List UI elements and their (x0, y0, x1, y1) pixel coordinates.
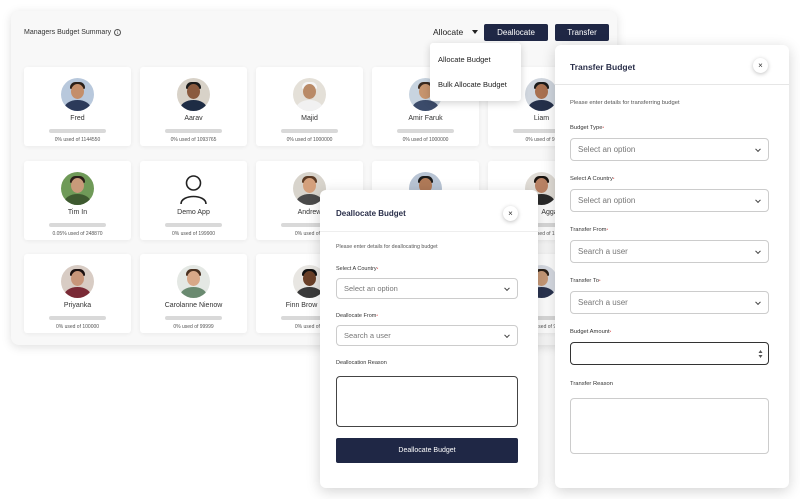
deallocation-reason-textarea[interactable] (336, 376, 518, 427)
dialog-title: Deallocate Budget (336, 209, 406, 218)
budget-used-text: 0.05% used of 248870 (52, 231, 103, 237)
budget-progress-bar (397, 129, 454, 133)
country-select[interactable]: Select an option (336, 278, 518, 299)
country-label: Select A Country* (570, 176, 615, 182)
manager-name: Tim In (67, 209, 88, 216)
dialog-subtitle: Please enter details for transferring bu… (570, 100, 680, 106)
chevron-down-icon (504, 284, 510, 291)
transfer-button[interactable]: Transfer (555, 24, 609, 41)
caret-down-icon (472, 30, 479, 34)
budget-used-text: 0% used of 199900 (171, 231, 216, 237)
transfer-reason-textarea[interactable] (570, 398, 769, 454)
allocate-menu: Allocate Budget Bulk Allocate Budget (430, 43, 521, 101)
transfer-budget-dialog: Transfer Budget × Please enter details f… (555, 45, 789, 488)
manager-card[interactable]: Majid 0% used of 1000000 (256, 67, 363, 146)
avatar (61, 78, 94, 111)
transfer-reason-label: Transfer Reason (570, 381, 613, 387)
budget-type-select[interactable]: Select an option (570, 138, 769, 161)
manager-card[interactable]: Fred 0% used of 1144550 (24, 67, 131, 146)
chevron-down-icon (755, 247, 761, 254)
manager-name: Amir Faruk (408, 115, 443, 122)
budget-used-text: 0% used of 1093765 (170, 137, 217, 143)
transfer-to-label: Transfer To* (570, 278, 601, 284)
allocate-dropdown[interactable]: Allocate (433, 27, 479, 37)
deallocation-reason-label: Deallocation Reason (336, 360, 387, 366)
country-select-placeholder: Select an option (578, 196, 636, 205)
manager-card[interactable]: Demo App 0% used of 199900 (140, 161, 247, 240)
budget-progress-bar (49, 223, 106, 227)
avatar (61, 265, 94, 298)
budget-used-text: 0% used of 1000000 (286, 137, 333, 143)
budget-used-text: 0% used of 100000 (55, 324, 100, 330)
manager-name: Majid (301, 115, 318, 122)
manager-name: Priyanka (63, 302, 92, 309)
dialog-subtitle: Please enter details for deallocating bu… (336, 244, 438, 250)
avatar (525, 78, 558, 111)
manager-name: Aarav (184, 115, 203, 122)
chevron-down-icon (755, 196, 761, 203)
allocate-dropdown-label: Allocate (433, 27, 464, 37)
chevron-down-icon (755, 298, 761, 305)
manager-name: Carolanne Nienow (164, 302, 223, 309)
avatar (177, 78, 210, 111)
manager-card[interactable]: Carolanne Nienow 0% used of 99999 (140, 254, 247, 333)
deallocate-from-label: Deallocate From* (336, 313, 378, 319)
page-title-text: Managers Budget Summary (24, 29, 112, 36)
menu-item-allocate-budget[interactable]: Allocate Budget (438, 55, 491, 64)
transfer-to-select[interactable]: Search a user (570, 291, 769, 314)
deallocate-from-placeholder: Search a user (344, 331, 391, 340)
country-select-placeholder: Select an option (344, 284, 398, 293)
budget-progress-bar (281, 129, 338, 133)
avatar (293, 78, 326, 111)
close-icon[interactable]: × (753, 58, 768, 73)
divider (555, 84, 789, 85)
budget-progress-bar (165, 129, 222, 133)
manager-card[interactable]: Priyanka 0% used of 100000 (24, 254, 131, 333)
chevron-down-icon (504, 331, 510, 338)
page-title: Managers Budget Summary i (24, 29, 122, 36)
number-spinner-icon[interactable] (758, 349, 763, 359)
divider (320, 231, 538, 232)
close-icon[interactable]: × (503, 206, 518, 221)
manager-name: Demo App (177, 209, 210, 216)
country-select[interactable]: Select an option (570, 189, 769, 212)
deallocate-from-select[interactable]: Search a user (336, 325, 518, 346)
transfer-from-select[interactable]: Search a user (570, 240, 769, 263)
chevron-down-icon (755, 145, 761, 152)
avatar (177, 265, 210, 298)
user-icon (180, 175, 207, 205)
budget-type-label: Budget Type* (570, 125, 605, 131)
deallocate-budget-dialog: Deallocate Budget × Please enter details… (320, 190, 538, 488)
transfer-from-label: Transfer From* (570, 227, 609, 233)
budget-amount-input[interactable] (570, 342, 769, 365)
deallocate-button[interactable]: Deallocate (484, 24, 548, 41)
menu-item-bulk-allocate-budget[interactable]: Bulk Allocate Budget (438, 80, 507, 89)
transfer-to-placeholder: Search a user (578, 298, 628, 307)
budget-used-text: 0% used of 99999 (173, 324, 214, 330)
budget-used-text: 0% used of 1144550 (54, 137, 101, 143)
manager-card[interactable]: Aarav 0% used of 1093765 (140, 67, 247, 146)
budget-progress-bar (165, 316, 222, 320)
deallocate-budget-button[interactable]: Deallocate Budget (336, 438, 518, 463)
budget-progress-bar (165, 223, 222, 227)
country-label: Select A Country* (336, 266, 379, 272)
avatar (61, 172, 94, 205)
manager-name: Fred (70, 115, 85, 122)
budget-progress-bar (49, 316, 106, 320)
budget-progress-bar (49, 129, 106, 133)
manager-card[interactable]: Tim In 0.05% used of 248870 (24, 161, 131, 240)
dialog-title: Transfer Budget (570, 62, 636, 72)
budget-type-placeholder: Select an option (578, 145, 636, 154)
budget-amount-label: Budget Amount* (570, 329, 612, 335)
transfer-from-placeholder: Search a user (578, 247, 628, 256)
info-icon[interactable]: i (114, 29, 122, 36)
budget-used-text: 0% used of 1000000 (402, 137, 449, 143)
